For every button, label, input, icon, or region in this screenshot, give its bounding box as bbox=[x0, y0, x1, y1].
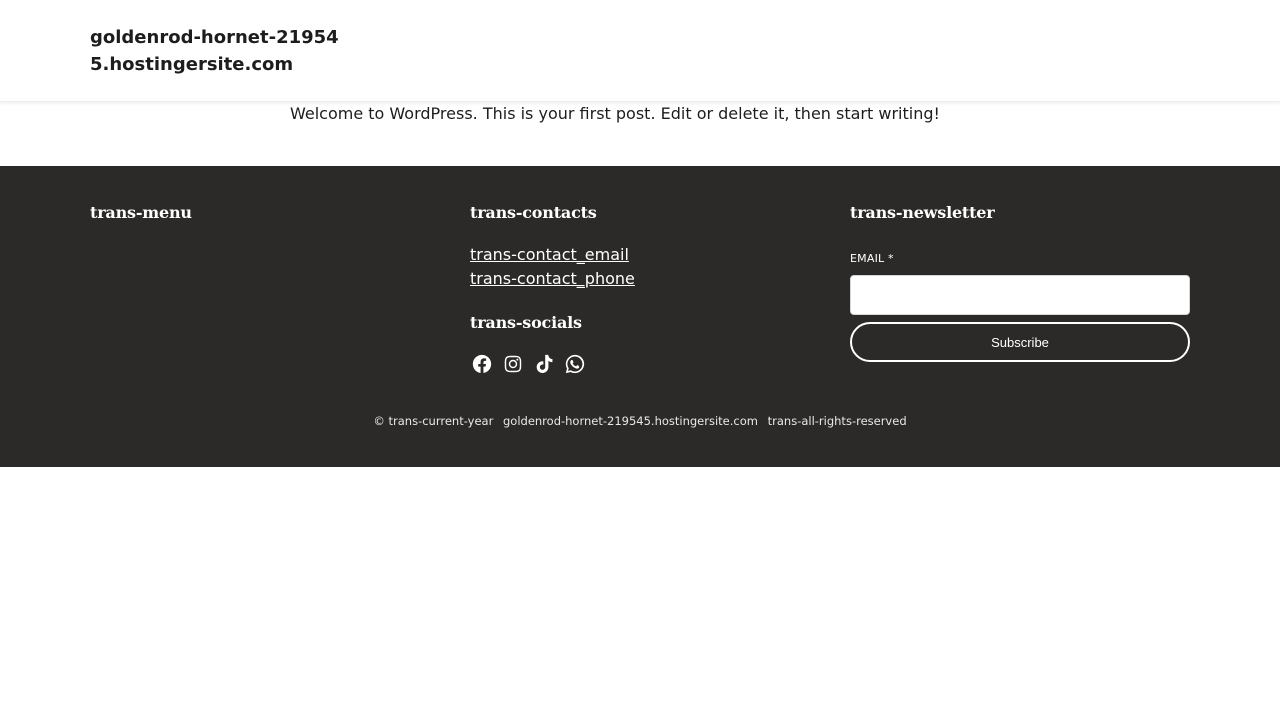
whatsapp-icon bbox=[565, 354, 585, 374]
post-text: Welcome to WordPress. This is your first… bbox=[290, 104, 940, 123]
copyright-site: goldenrod-hornet-219545.hostingersite.co… bbox=[502, 414, 758, 428]
instagram-icon bbox=[504, 355, 522, 373]
footer-newsletter-title: trans-newsletter bbox=[850, 203, 995, 222]
email-label: EMAIL * bbox=[850, 252, 894, 265]
site-title-link[interactable]: goldenrod-hornet-219545.hostingersite.co… bbox=[90, 24, 350, 78]
instagram-link[interactable] bbox=[501, 352, 525, 376]
social-links bbox=[470, 352, 587, 376]
tiktok-icon bbox=[536, 354, 553, 373]
facebook-link[interactable] bbox=[470, 352, 494, 376]
contact-email-link[interactable]: trans-contact_email bbox=[470, 243, 629, 267]
tiktok-link[interactable] bbox=[532, 352, 556, 376]
contact-phone-link[interactable]: trans-contact_phone bbox=[470, 267, 635, 291]
subscribe-button[interactable]: Subscribe bbox=[850, 322, 1190, 362]
facebook-icon bbox=[472, 354, 492, 374]
email-input[interactable] bbox=[850, 275, 1190, 315]
copyright-rights: trans-all-rights-reserved bbox=[767, 414, 907, 428]
site-footer: trans-menu trans-contacts trans-contact_… bbox=[0, 166, 1280, 467]
footer-menu-title: trans-menu bbox=[90, 203, 192, 222]
site-header: goldenrod-hornet-219545.hostingersite.co… bbox=[0, 0, 1280, 102]
footer-contacts-title: trans-contacts bbox=[470, 203, 597, 222]
copyright-line: © trans-current-year goldenrod-hornet-21… bbox=[0, 414, 1280, 428]
whatsapp-link[interactable] bbox=[563, 352, 587, 376]
footer-socials-title: trans-socials bbox=[470, 313, 582, 332]
copyright-year: © trans-current-year bbox=[373, 414, 494, 428]
